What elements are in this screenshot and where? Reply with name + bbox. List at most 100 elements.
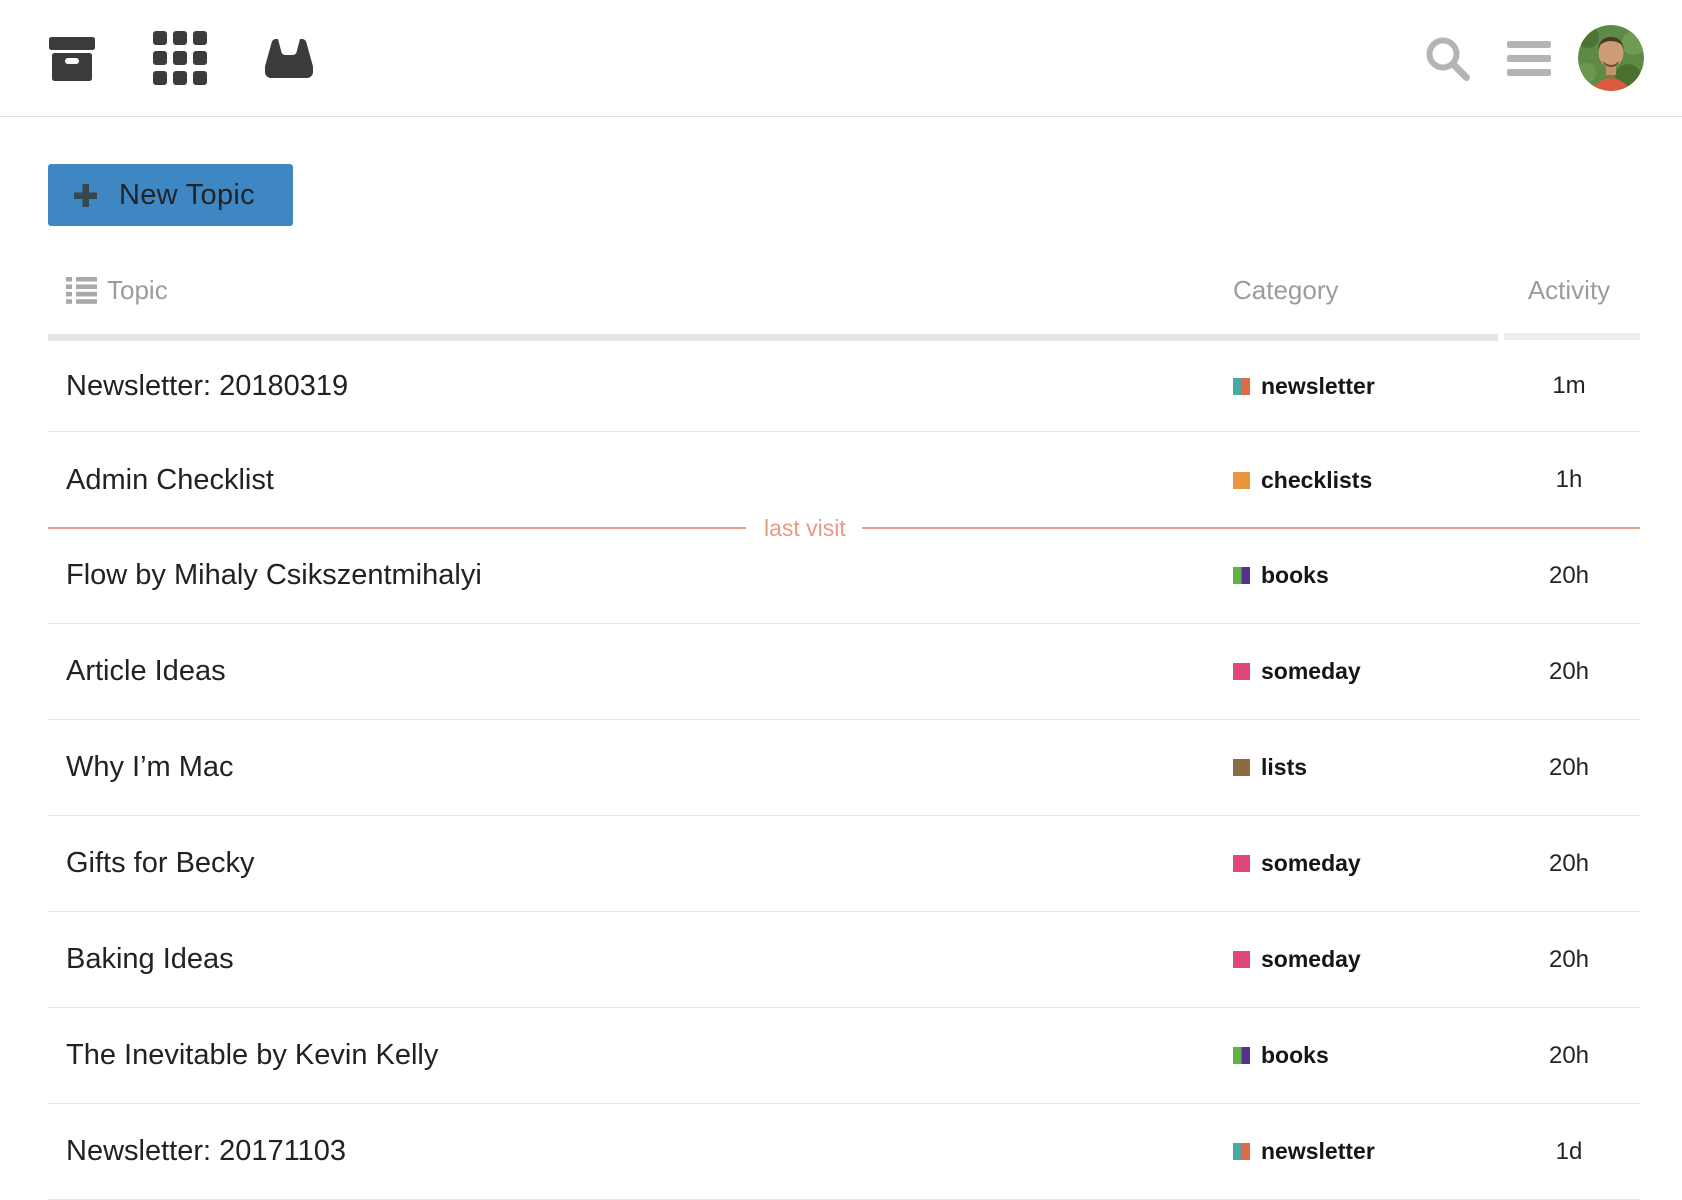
topic-cell: Gifts for Becky	[48, 847, 1233, 880]
category-name: lists	[1261, 754, 1307, 781]
grid-icon[interactable]	[153, 31, 207, 85]
category-name: checklists	[1261, 467, 1372, 494]
category-cell: lists	[1233, 754, 1498, 781]
category-cell: newsletter	[1233, 1138, 1498, 1165]
activity-value[interactable]: 20h	[1549, 562, 1589, 589]
archive-box-icon[interactable]	[48, 34, 96, 83]
activity-value[interactable]: 1m	[1552, 372, 1585, 399]
category-name: newsletter	[1261, 1138, 1375, 1165]
category-swatch	[1233, 663, 1250, 680]
topic-title[interactable]: Baking Ideas	[66, 943, 234, 976]
topic-row[interactable]: Flow by Mihaly Csikszentmihalyi books 20…	[48, 528, 1640, 624]
category-swatch	[1233, 855, 1250, 872]
topic-list-icon	[66, 277, 97, 304]
topic-title[interactable]: The Inevitable by Kevin Kelly	[66, 1039, 438, 1072]
category-swatch	[1233, 567, 1250, 584]
topic-title[interactable]: Newsletter: 20180319	[66, 370, 348, 403]
topic-list-header: Topic Category Activity	[48, 254, 1640, 326]
activity-cell: 1h	[1498, 466, 1640, 494]
new-topic-button[interactable]: New Topic	[48, 164, 293, 226]
topic-title[interactable]: Gifts for Becky	[66, 847, 255, 880]
topic-header-label: Topic	[107, 275, 168, 306]
category-swatch	[1233, 951, 1250, 968]
activity-value[interactable]: 20h	[1549, 850, 1589, 877]
topic-row[interactable]: Newsletter: 20171103 newsletter 1d	[48, 1104, 1640, 1200]
activity-cell: 20h	[1498, 658, 1640, 686]
category-badge[interactable]: books	[1233, 1042, 1329, 1069]
topic-cell: Newsletter: 20171103	[48, 1135, 1233, 1168]
category-swatch	[1233, 1143, 1250, 1160]
topic-title[interactable]: Article Ideas	[66, 655, 226, 688]
category-header-label: Category	[1233, 275, 1339, 306]
topic-cell: Baking Ideas	[48, 943, 1233, 976]
activity-cell: 20h	[1498, 850, 1640, 878]
topic-cell: Admin Checklist	[48, 464, 1233, 497]
column-header-activity[interactable]: Activity	[1498, 275, 1640, 306]
list-header-divider	[48, 333, 1640, 341]
category-badge[interactable]: checklists	[1233, 467, 1372, 494]
category-badge[interactable]: newsletter	[1233, 1138, 1375, 1165]
activity-value[interactable]: 20h	[1549, 754, 1589, 781]
activity-value[interactable]: 20h	[1549, 946, 1589, 973]
category-badge[interactable]: newsletter	[1233, 373, 1375, 400]
activity-cell: 1m	[1498, 372, 1640, 400]
category-cell: newsletter	[1233, 373, 1498, 400]
activity-cell: 20h	[1498, 562, 1640, 590]
activity-value[interactable]: 1h	[1556, 466, 1583, 493]
activity-value[interactable]: 1d	[1556, 1138, 1583, 1165]
topic-cell: Newsletter: 20180319	[48, 370, 1233, 403]
category-swatch	[1233, 759, 1250, 776]
topic-cell: The Inevitable by Kevin Kelly	[48, 1039, 1233, 1072]
last-visit-line-left	[48, 527, 746, 529]
hamburger-menu-icon[interactable]	[1507, 37, 1551, 79]
category-swatch	[1233, 472, 1250, 489]
category-cell: books	[1233, 1042, 1498, 1069]
topic-title[interactable]: Flow by Mihaly Csikszentmihalyi	[66, 559, 482, 592]
activity-cell: 20h	[1498, 754, 1640, 782]
topic-title[interactable]: Why I’m Mac	[66, 751, 234, 784]
column-header-topic[interactable]: Topic	[48, 275, 1233, 306]
category-badge[interactable]: books	[1233, 562, 1329, 589]
category-badge[interactable]: lists	[1233, 754, 1307, 781]
header-right	[1424, 25, 1644, 91]
category-cell: someday	[1233, 658, 1498, 685]
topic-title[interactable]: Newsletter: 20171103	[66, 1135, 346, 1168]
activity-cell: 20h	[1498, 1042, 1640, 1070]
category-name: books	[1261, 1042, 1329, 1069]
header-nav-icons	[48, 31, 371, 85]
category-badge[interactable]: someday	[1233, 658, 1361, 685]
category-swatch	[1233, 1047, 1250, 1064]
topic-row[interactable]: Why I’m Mac lists 20h	[48, 720, 1640, 816]
topic-row[interactable]: Article Ideas someday 20h	[48, 624, 1640, 720]
topic-row[interactable]: Admin Checklist checklists 1h	[48, 432, 1640, 528]
activity-cell: 1d	[1498, 1138, 1640, 1166]
category-cell: checklists	[1233, 467, 1498, 494]
activity-value[interactable]: 20h	[1549, 1042, 1589, 1069]
category-cell: someday	[1233, 850, 1498, 877]
category-cell: books	[1233, 562, 1498, 589]
category-name: someday	[1261, 946, 1361, 973]
topic-row[interactable]: The Inevitable by Kevin Kelly books 20h	[48, 1008, 1640, 1104]
last-visit-line-right	[862, 527, 1640, 529]
category-badge[interactable]: someday	[1233, 946, 1361, 973]
topic-title[interactable]: Admin Checklist	[66, 464, 274, 497]
top-header	[0, 0, 1682, 117]
activity-header-label: Activity	[1528, 275, 1610, 305]
column-header-category[interactable]: Category	[1233, 275, 1498, 306]
category-name: someday	[1261, 850, 1361, 877]
new-topic-label: New Topic	[119, 179, 255, 212]
activity-value[interactable]: 20h	[1549, 658, 1589, 685]
topic-row[interactable]: Newsletter: 20180319 newsletter 1m	[48, 341, 1640, 432]
inbox-icon[interactable]	[264, 37, 314, 79]
category-name: books	[1261, 562, 1329, 589]
topic-cell: Flow by Mihaly Csikszentmihalyi	[48, 559, 1233, 592]
topic-cell: Article Ideas	[48, 655, 1233, 688]
user-avatar[interactable]	[1578, 25, 1644, 91]
topic-row[interactable]: Gifts for Becky someday 20h	[48, 816, 1640, 912]
category-badge[interactable]: someday	[1233, 850, 1361, 877]
category-name: someday	[1261, 658, 1361, 685]
search-icon[interactable]	[1424, 35, 1471, 82]
topic-row[interactable]: Baking Ideas someday 20h	[48, 912, 1640, 1008]
topic-cell: Why I’m Mac	[48, 751, 1233, 784]
topic-list-body: Newsletter: 20180319 newsletter 1m Admin…	[48, 341, 1640, 1200]
